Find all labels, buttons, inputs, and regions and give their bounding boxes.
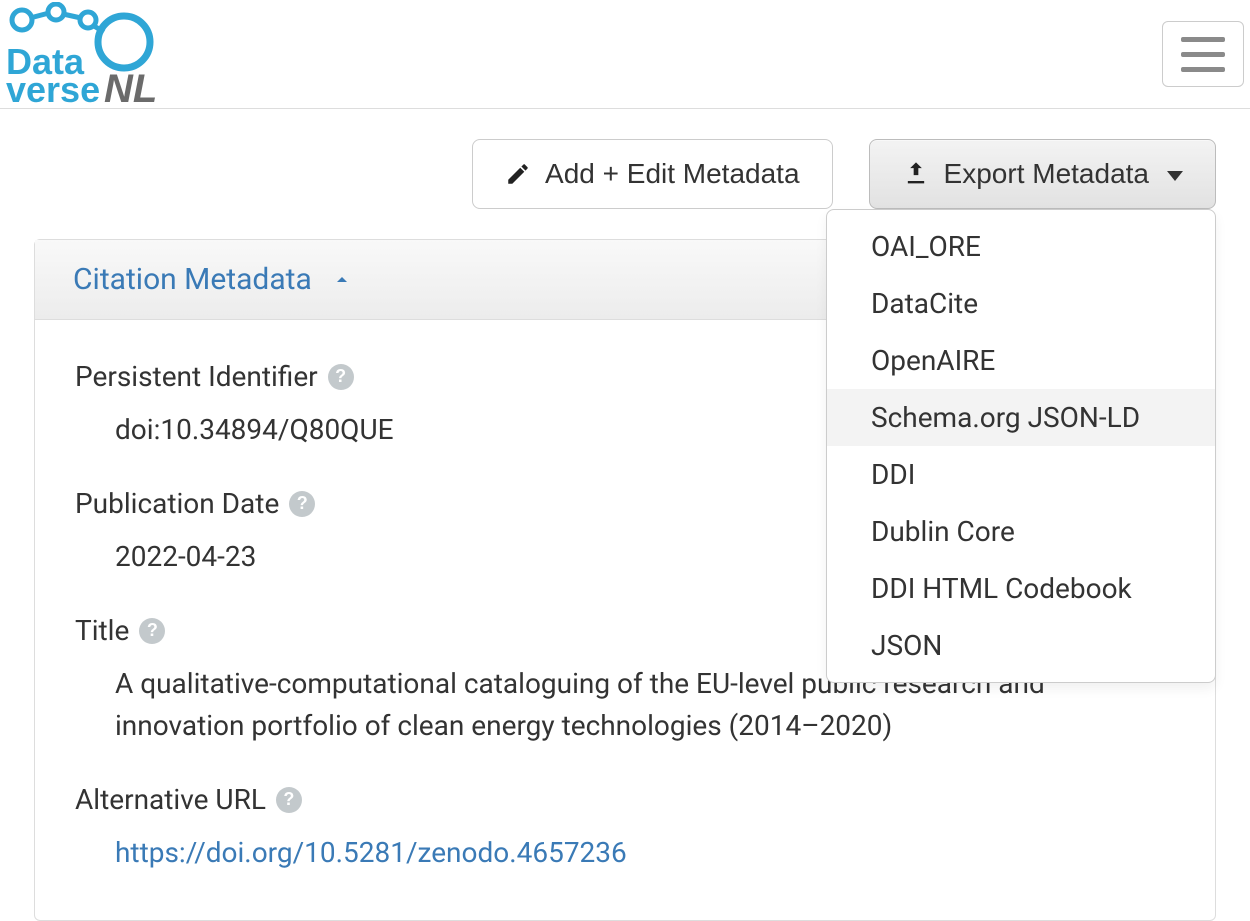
- dataverse-nl-logo-icon: Data verse NL: [4, 2, 180, 106]
- export-option[interactable]: Schema.org JSON-LD: [827, 389, 1215, 446]
- export-option[interactable]: DDI: [827, 446, 1215, 503]
- export-option[interactable]: Dublin Core: [827, 503, 1215, 560]
- svg-text:verse: verse: [6, 69, 100, 106]
- field-label-text: Title: [75, 614, 129, 647]
- field-label-text: Persistent Identifier: [75, 360, 318, 393]
- add-edit-metadata-label: Add + Edit Metadata: [545, 156, 800, 192]
- export-option[interactable]: OAI_ORE: [827, 218, 1215, 275]
- export-option[interactable]: DataCite: [827, 275, 1215, 332]
- export-metadata-button[interactable]: Export Metadata: [869, 139, 1216, 209]
- add-edit-metadata-button[interactable]: Add + Edit Metadata: [472, 139, 833, 209]
- field-alternative-url: Alternative URL ? https://doi.org/10.528…: [75, 783, 1175, 874]
- export-option[interactable]: JSON: [827, 617, 1215, 674]
- field-label-text: Publication Date: [75, 487, 279, 520]
- svg-text:NL: NL: [104, 67, 157, 106]
- hamburger-bar-icon: [1181, 52, 1225, 57]
- field-label: Alternative URL ?: [75, 783, 1175, 816]
- export-option[interactable]: DDI HTML Codebook: [827, 560, 1215, 617]
- panel-title: Citation Metadata: [73, 262, 312, 297]
- brand-logo[interactable]: Data verse NL: [2, 2, 182, 106]
- metadata-toolbar: Add + Edit Metadata Export Metadata OAI_…: [0, 109, 1250, 239]
- help-icon[interactable]: ?: [289, 491, 315, 517]
- hamburger-bar-icon: [1181, 67, 1225, 72]
- export-icon: [902, 160, 930, 188]
- export-metadata-dropdown: OAI_OREDataCiteOpenAIRESchema.org JSON-L…: [826, 209, 1216, 683]
- export-option[interactable]: OpenAIRE: [827, 332, 1215, 389]
- export-metadata-label: Export Metadata: [944, 156, 1149, 192]
- hamburger-menu-button[interactable]: [1162, 21, 1244, 87]
- help-icon[interactable]: ?: [328, 364, 354, 390]
- hamburger-bar-icon: [1181, 37, 1225, 42]
- help-icon[interactable]: ?: [276, 787, 302, 813]
- caret-down-icon: [1167, 171, 1183, 181]
- field-value: https://doi.org/10.5281/zenodo.4657236: [75, 832, 1155, 874]
- navbar: Data verse NL: [0, 0, 1250, 109]
- alternative-url-link[interactable]: https://doi.org/10.5281/zenodo.4657236: [115, 836, 627, 869]
- field-label-text: Alternative URL: [75, 783, 266, 816]
- pencil-icon: [505, 161, 531, 187]
- chevron-up-icon: [330, 268, 354, 292]
- help-icon[interactable]: ?: [139, 618, 165, 644]
